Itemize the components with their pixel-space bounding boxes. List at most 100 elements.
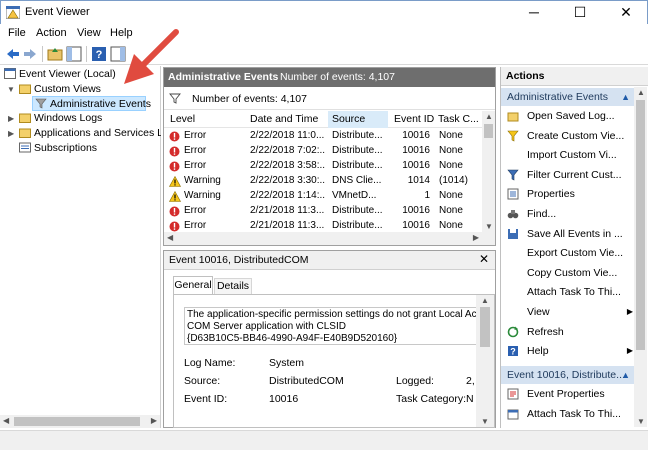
- table-row[interactable]: Error 2/22/2018 11:0... Distribute... 10016…: [164, 129, 482, 144]
- tree-item-applications-and-services[interactable]: Applications and Services Lo: [19, 126, 161, 141]
- column-level[interactable]: Level: [170, 113, 195, 125]
- tree-item-windows-logs[interactable]: Windows Logs: [19, 111, 102, 126]
- action-item-label: Find...: [527, 208, 557, 220]
- column-source[interactable]: Source: [328, 111, 388, 128]
- expand-icon[interactable]: ▶: [8, 114, 14, 123]
- tree-item-subscriptions[interactable]: Subscriptions: [19, 141, 97, 156]
- collapse-section-icon[interactable]: ▲: [621, 366, 630, 384]
- close-detail-icon[interactable]: ✕: [479, 252, 489, 266]
- filter-icon[interactable]: [169, 93, 181, 104]
- filter-event-count: Number of events: 4,107: [192, 93, 307, 105]
- show-action-pane-icon[interactable]: [110, 46, 126, 62]
- cell-task-category: None: [439, 145, 463, 156]
- back-icon[interactable]: [5, 46, 21, 62]
- menu-view[interactable]: View: [77, 27, 101, 39]
- maximize-button[interactable]: ☐: [557, 1, 603, 24]
- window-title: Event Viewer: [25, 6, 90, 18]
- action-item-label: Create Custom Vie...: [527, 129, 625, 142]
- log-name-label: Log Name:: [184, 357, 236, 369]
- menu-help[interactable]: Help: [110, 27, 133, 39]
- action-item[interactable]: Attach Task To Thi...: [507, 405, 635, 423]
- collapse-section-icon[interactable]: ▲: [621, 88, 630, 106]
- tree-horizontal-scrollbar[interactable]: ◀ ▶: [0, 415, 160, 428]
- action-item[interactable]: Open Saved Log...: [507, 107, 635, 125]
- up-folder-icon[interactable]: [47, 46, 63, 62]
- tree-item-root[interactable]: Event Viewer (Local): [4, 67, 116, 82]
- forward-icon[interactable]: [22, 46, 38, 62]
- refresh-icon: [507, 326, 519, 337]
- actions-pane: Actions Administrative Events ▲ Open Sav…: [500, 67, 648, 428]
- section-label: Administrative Events: [507, 91, 608, 103]
- action-item-label: Properties: [527, 188, 575, 201]
- action-item[interactable]: Import Custom Vi...: [507, 146, 635, 164]
- actions-title: Actions: [506, 70, 545, 82]
- cell-date-time: 2/21/2018 11:3...: [250, 205, 325, 216]
- actions-section-event[interactable]: Event 10016, Distribute... ▲: [501, 366, 634, 384]
- event-message[interactable]: The application-specific permission sett…: [184, 307, 484, 345]
- action-item[interactable]: Export Custom Vie...: [507, 244, 635, 262]
- svg-text:?: ?: [96, 49, 103, 61]
- actions-section-administrative-events[interactable]: Administrative Events ▲: [501, 88, 634, 106]
- action-item[interactable]: Copy Custom Vie...: [507, 264, 635, 282]
- collapse-icon[interactable]: ▼: [7, 85, 15, 94]
- action-item[interactable]: Attach Task To Thi...: [507, 283, 635, 301]
- menu-action[interactable]: Action: [36, 27, 67, 39]
- event-list-horizontal-scrollbar[interactable]: ◀ ▶: [164, 232, 482, 245]
- event-detail-header: Event 10016, DistributedCOM ✕: [164, 251, 495, 270]
- tree-item-custom-views[interactable]: Custom Views: [19, 82, 101, 97]
- detail-vertical-scrollbar[interactable]: ▲ ▼: [476, 295, 494, 427]
- filter-star-icon: [507, 130, 519, 142]
- svg-text:?: ?: [510, 347, 516, 357]
- column-date-time[interactable]: Date and Time: [250, 113, 318, 125]
- table-header: Level Date and Time Source Event ID Task…: [164, 111, 482, 128]
- tab-general[interactable]: General: [173, 276, 213, 294]
- column-task-category[interactable]: Task C...: [438, 113, 479, 125]
- actions-vertical-scrollbar[interactable]: ▲ ▼: [634, 87, 647, 427]
- action-item[interactable]: Create Custom Vie...: [507, 127, 635, 145]
- action-item[interactable]: Properties: [507, 185, 635, 203]
- action-item[interactable]: Find...: [507, 205, 635, 223]
- tree-label-windows-logs: Windows Logs: [34, 112, 103, 124]
- help-icon[interactable]: ?: [91, 46, 107, 62]
- action-item[interactable]: Filter Current Cust...: [507, 166, 635, 184]
- column-event-id[interactable]: Event ID: [394, 113, 434, 125]
- folder-open-icon: [507, 112, 519, 122]
- menu-file[interactable]: File: [8, 27, 26, 39]
- table-row[interactable]: Warning 2/22/2018 1:14:... VMnetD... 1 None: [164, 189, 482, 204]
- cell-date-time: 2/22/2018 3:30:...: [250, 175, 326, 186]
- cell-level: Error: [184, 130, 207, 141]
- cell-level: Error: [184, 205, 207, 216]
- show-hide-tree-icon[interactable]: [66, 46, 82, 62]
- expand-icon[interactable]: ▶: [8, 129, 14, 138]
- tree-label-administrative-events: Administrative Events: [50, 98, 151, 110]
- tab-general-label: General: [174, 279, 212, 291]
- cell-source: DNS Clie...: [332, 175, 382, 186]
- error-icon: [169, 146, 180, 157]
- action-item[interactable]: Event Properties: [507, 385, 635, 403]
- filter-icon: [35, 98, 47, 109]
- action-item[interactable]: View ▶: [507, 303, 635, 321]
- action-item-label: Attach Task To Thi...: [527, 286, 621, 299]
- table-row[interactable]: Error 2/22/2018 3:58:... Distribute... 1001…: [164, 159, 482, 174]
- tree-item-administrative-events[interactable]: Administrative Events: [32, 96, 151, 111]
- action-item-label: Help: [527, 345, 549, 358]
- action-item-label: Refresh: [527, 325, 564, 338]
- tree-label-apps-services: Applications and Services Lo: [34, 127, 161, 139]
- table-row[interactable]: Warning 2/22/2018 3:30:... DNS Clie... 1014…: [164, 174, 482, 189]
- action-item[interactable]: Save All Events in ...: [507, 225, 635, 243]
- table-row[interactable]: Error 2/22/2018 7:02:... Distribute... 1001…: [164, 144, 482, 159]
- event-list-vertical-scrollbar[interactable]: ▲ ▼: [482, 111, 495, 245]
- event-viewer-app-icon: [6, 6, 20, 19]
- source-value: DistributedCOM: [269, 375, 344, 387]
- navigation-tree: Event Viewer (Local) ▼ Custom Views Admi…: [0, 66, 161, 428]
- action-item[interactable]: ? Help ▶: [507, 342, 635, 360]
- cell-date-time: 2/22/2018 11:0...: [250, 130, 325, 141]
- tab-details[interactable]: Details: [214, 278, 252, 294]
- action-item[interactable]: Refresh: [507, 323, 635, 341]
- close-button[interactable]: ✕: [603, 1, 648, 24]
- minimize-button[interactable]: ─: [511, 1, 557, 24]
- cell-level: Warning: [184, 175, 221, 186]
- table-row[interactable]: Error 2/21/2018 11:3... Distribute... 10016…: [164, 204, 482, 219]
- event-id-label: Event ID:: [184, 393, 228, 405]
- event-id-value: 10016: [269, 393, 299, 405]
